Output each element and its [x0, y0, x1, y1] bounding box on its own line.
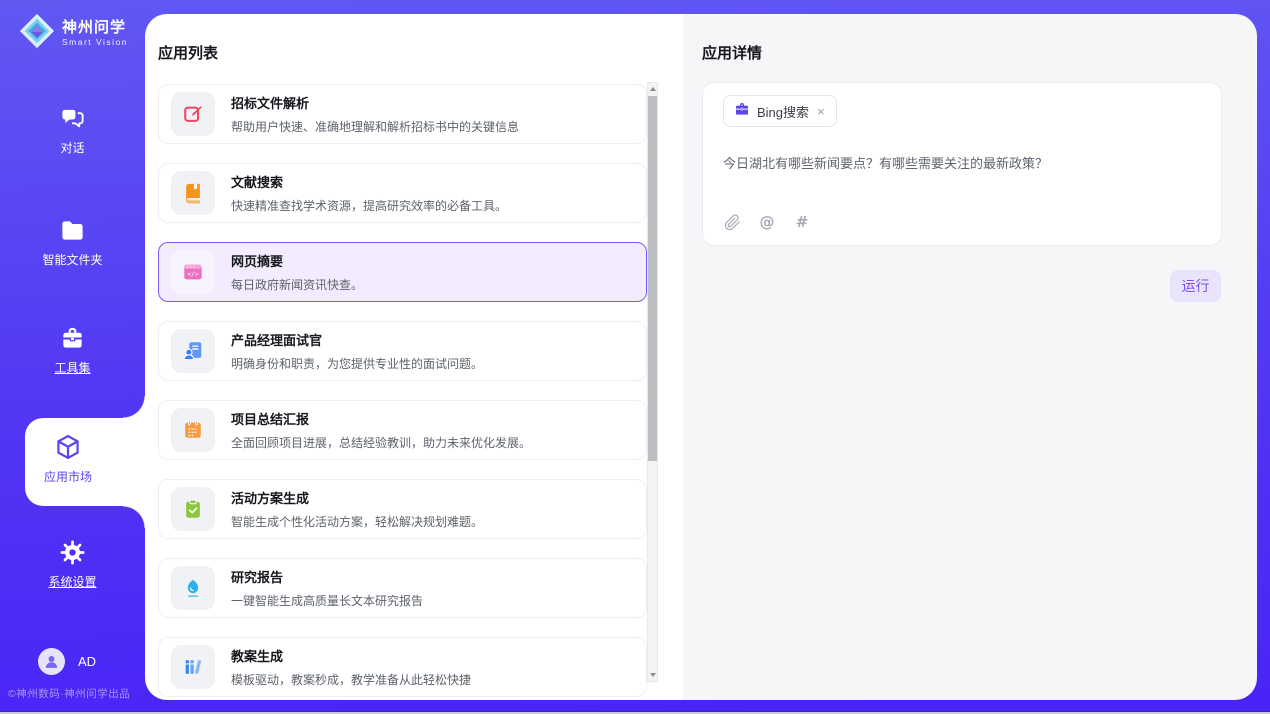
chat-icon — [59, 104, 87, 132]
paperclip-icon[interactable] — [723, 213, 741, 231]
browser-code-icon: </> — [171, 250, 215, 294]
app-card[interactable]: 项目总结汇报全面回顾项目进展，总结经验教训，助力未来优化发展。 — [158, 400, 647, 460]
sidebar-item-label: 工具集 — [54, 359, 90, 376]
app-card[interactable]: 产品经理面试官明确身份和职责，为您提供专业性的面试问题。 — [158, 321, 647, 381]
gear-icon — [59, 538, 87, 566]
app-name: 项目总结汇报 — [231, 409, 531, 428]
user-name: AD — [78, 654, 96, 669]
research-icon — [171, 566, 215, 610]
app-detail-panel: 应用详情 Bing搜索 × 今日湖北有哪些新闻要点？有哪些需要关注的最新政策？ … — [683, 14, 1257, 700]
app-logo: 神州问学 Smart Vision — [18, 12, 128, 55]
query-text[interactable]: 今日湖北有哪些新闻要点？有哪些需要关注的最新政策？ — [723, 153, 1201, 172]
sidebar-footer: ©神州数码·神州问学出品 — [8, 686, 130, 701]
app-description: 模板驱动，教案秒成，教学准备从此轻松快捷 — [231, 671, 471, 688]
app-name: 活动方案生成 — [231, 488, 483, 507]
sidebar-item-label: 对话 — [60, 139, 84, 156]
books-icon — [171, 645, 215, 689]
chip-close-icon[interactable]: × — [816, 105, 826, 118]
logo-subtitle: Smart Vision — [62, 38, 128, 47]
sidebar-item-label: 系统设置 — [48, 573, 96, 590]
scrollbar-thumb[interactable] — [648, 96, 657, 461]
app-name: 产品经理面试官 — [231, 330, 483, 349]
app-detail-title: 应用详情 — [702, 42, 762, 63]
report-note-icon — [171, 408, 215, 452]
app-window: 神州问学 Smart Vision 对话智能文件夹工具集应用市场系统设置 AD … — [0, 0, 1270, 714]
app-list-scrollbar[interactable] — [647, 82, 658, 682]
app-card[interactable]: </> 网页摘要每日政府新闻资讯快查。 — [158, 242, 647, 302]
sidebar-item-label: 智能文件夹 — [42, 251, 102, 268]
edit-document-icon — [171, 92, 215, 136]
mention-icon[interactable]: @ — [758, 213, 776, 231]
interview-icon — [171, 329, 215, 373]
scrollbar-down-arrow[interactable] — [648, 669, 657, 681]
blob-corner-top — [123, 396, 145, 418]
tool-chip-bing-search[interactable]: Bing搜索 × — [723, 95, 837, 127]
sidebar-item-toolset[interactable]: 工具集 — [0, 324, 145, 376]
app-card[interactable]: 文献搜索快速精准查找学术资源，提高研究效率的必备工具。 — [158, 163, 647, 223]
hash-icon[interactable]: # — [793, 213, 811, 231]
app-description: 一键智能生成高质量长文本研究报告 — [231, 592, 423, 609]
app-list-panel: 应用列表 招标文件解析帮助用户快速、准确地理解和解析招标书中的关键信息文献搜索快… — [145, 14, 683, 700]
app-list-title: 应用列表 — [158, 42, 218, 63]
app-name: 招标文件解析 — [231, 93, 519, 112]
sidebar-item-settings[interactable]: 系统设置 — [0, 538, 145, 590]
app-description: 快速精准查找学术资源，提高研究效率的必备工具。 — [231, 197, 507, 214]
app-description: 帮助用户快速、准确地理解和解析招标书中的关键信息 — [231, 118, 519, 135]
avatar — [38, 648, 65, 675]
composer-toolbar: @# — [723, 213, 1201, 231]
app-description: 明确身份和职责，为您提供专业性的面试问题。 — [231, 355, 483, 372]
app-card[interactable]: 招标文件解析帮助用户快速、准确地理解和解析招标书中的关键信息 — [158, 84, 647, 144]
app-description: 全面回顾项目进展，总结经验教训，助力未来优化发展。 — [231, 434, 531, 451]
sidebar: 神州问学 Smart Vision 对话智能文件夹工具集应用市场系统设置 AD … — [0, 0, 145, 714]
app-name: 网页摘要 — [231, 251, 363, 270]
sidebar-item-label: 应用市场 — [44, 468, 92, 485]
prompt-card: Bing搜索 × 今日湖北有哪些新闻要点？有哪些需要关注的最新政策？ @# — [702, 82, 1222, 246]
svg-text:</>: </> — [187, 270, 199, 278]
app-card[interactable]: 教案生成模板驱动，教案秒成，教学准备从此轻松快捷 — [158, 637, 647, 697]
sidebar-item-smart-folders[interactable]: 智能文件夹 — [0, 216, 145, 268]
app-description: 每日政府新闻资讯快查。 — [231, 276, 363, 293]
run-button[interactable]: 运行 — [1170, 270, 1221, 302]
user-row[interactable]: AD — [38, 648, 96, 675]
app-name: 教案生成 — [231, 646, 471, 665]
tool-chip-label: Bing搜索 — [757, 102, 809, 121]
clipboard-check-icon — [171, 487, 215, 531]
toolbox-icon — [59, 324, 87, 352]
main-content: 应用列表 招标文件解析帮助用户快速、准确地理解和解析招标书中的关键信息文献搜索快… — [145, 14, 1257, 700]
logo-diamond-icon — [18, 12, 56, 55]
scrollbar-up-arrow[interactable] — [648, 83, 657, 95]
sidebar-item-app-market[interactable]: 应用市场 — [25, 418, 145, 506]
logo-title: 神州问学 — [62, 20, 128, 37]
book-icon — [171, 171, 215, 215]
app-description: 智能生成个性化活动方案，轻松解决规划难题。 — [231, 513, 483, 530]
cube-icon — [54, 433, 82, 461]
app-card-list: 招标文件解析帮助用户快速、准确地理解和解析招标书中的关键信息文献搜索快速精准查找… — [158, 84, 647, 700]
app-card[interactable]: 活动方案生成智能生成个性化活动方案，轻松解决规划难题。 — [158, 479, 647, 539]
blob-corner-bottom — [123, 506, 145, 528]
app-name: 研究报告 — [231, 567, 423, 586]
app-card[interactable]: 研究报告一键智能生成高质量长文本研究报告 — [158, 558, 647, 618]
app-name: 文献搜索 — [231, 172, 507, 191]
folder-icon — [59, 216, 87, 244]
briefcase-icon — [734, 101, 750, 122]
sidebar-item-chat[interactable]: 对话 — [0, 104, 145, 156]
